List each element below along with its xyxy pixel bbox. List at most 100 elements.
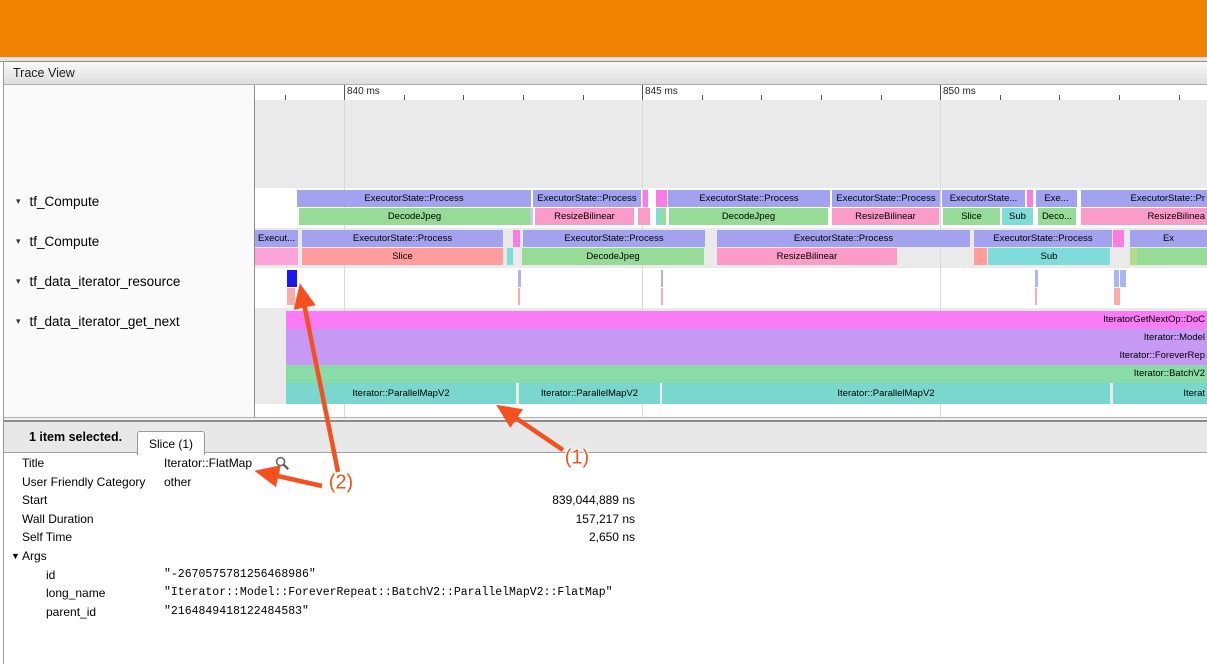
ruler-tick-label: 840 ms — [347, 86, 380, 97]
trace-slice[interactable]: Iterator::ParallelMapV2 — [286, 383, 516, 404]
trace-slice[interactable] — [255, 248, 298, 265]
trace-canvas[interactable]: 840 ms845 ms850 msExecutorState::Process… — [255, 85, 1207, 417]
trace-view-title: Trace View — [13, 66, 75, 80]
track-header-tf_data_iterator_resource[interactable]: ▾ tf_data_iterator_resource — [4, 272, 252, 290]
trace-slice[interactable]: DecodeJpeg — [522, 248, 704, 265]
trace-slice[interactable]: Deco... — [1038, 208, 1076, 225]
trace-slice[interactable]: Slice — [302, 248, 503, 265]
trace-slice[interactable] — [287, 288, 295, 305]
selection-status: 1 item selected. — [29, 430, 122, 444]
args-section-header[interactable]: ▼Args — [4, 547, 1207, 566]
trace-slice[interactable]: ResizeBilinea — [1081, 208, 1207, 225]
trace-slice[interactable]: Slice — [943, 208, 1000, 225]
trace-slice[interactable] — [1114, 270, 1119, 287]
details-row: Wall Duration 157,217 ns — [4, 510, 1207, 529]
trace-slice[interactable]: Iterator::ForeverRep — [286, 347, 1207, 365]
details-row: User Friendly Categoryother — [4, 473, 1207, 492]
trace-slice[interactable]: ExecutorState::Process — [533, 190, 641, 207]
trace-slice[interactable] — [661, 270, 663, 287]
trace-slice[interactable] — [1120, 270, 1126, 287]
trace-slice[interactable]: Ex — [1130, 230, 1207, 247]
trace-slice[interactable]: Execut... — [255, 230, 298, 247]
magnifier-icon[interactable] — [275, 456, 290, 474]
details-row: TitleIterator::FlatMap — [4, 454, 1207, 473]
detail-label: Self Time — [22, 530, 72, 544]
details-row: Start 839,044,889 ns — [4, 491, 1207, 510]
collapse-triangle-icon[interactable]: ▾ — [16, 276, 21, 287]
collapse-triangle-icon[interactable]: ▾ — [16, 196, 21, 207]
trace-slice[interactable] — [1113, 230, 1124, 247]
ruler-minor-tick — [583, 95, 584, 100]
tab-slice[interactable]: Slice (1) — [137, 431, 205, 455]
trace-slice[interactable] — [656, 190, 667, 207]
detail-label: Wall Duration — [22, 512, 94, 526]
trace-slice[interactable] — [530, 208, 533, 225]
arg-value: "2164849418122484583" — [164, 605, 309, 618]
trace-slice[interactable]: Iterator::Model — [286, 329, 1207, 347]
trace-slice[interactable] — [507, 248, 513, 265]
track-background-band — [255, 404, 1207, 417]
track-label-panel: ▾tf_Compute▾tf_Compute▾tf_data_iterator_… — [4, 85, 255, 417]
trace-slice[interactable] — [518, 270, 521, 287]
trace-slice[interactable]: ResizeBilinear — [535, 208, 634, 225]
trace-slice[interactable] — [513, 230, 520, 247]
track-header-tf_Compute[interactable]: ▾tf_Compute — [4, 232, 252, 250]
trace-slice[interactable]: Exe... — [1036, 190, 1077, 207]
args-label: Args — [22, 549, 47, 563]
trace-slice[interactable]: ResizeBilinear — [717, 248, 897, 265]
ruler-minor-tick — [1059, 95, 1060, 100]
trace-slice[interactable] — [518, 288, 520, 305]
track-header-tf_data_iterator_get_next[interactable]: ▾ tf_data_iterator_get_next — [4, 312, 252, 330]
track-label: tf_data_iterator_resource — [30, 274, 181, 289]
detail-value: Iterator::FlatMap — [164, 456, 252, 470]
trace-slice[interactable]: ExecutorState::Process — [302, 230, 503, 247]
trace-slice[interactable]: ExecutorState... — [942, 190, 1025, 207]
trace-slice[interactable] — [1130, 248, 1137, 265]
detail-value: 839,044,889 ns — [164, 493, 635, 507]
detail-label: User Friendly Category — [22, 475, 145, 489]
trace-slice[interactable]: ExecutorState::Process — [297, 190, 531, 207]
trace-slice[interactable]: Sub — [1002, 208, 1033, 225]
trace-slice[interactable]: DecodeJpeg — [299, 208, 530, 225]
collapse-triangle-icon[interactable]: ▾ — [16, 236, 21, 247]
trace-slice[interactable] — [661, 208, 666, 225]
trace-slice[interactable]: Iterat — [1113, 383, 1207, 404]
trace-slice[interactable] — [1114, 288, 1120, 305]
trace-slice[interactable]: Iterator::ParallelMapV2 — [519, 383, 660, 404]
detail-value: 157,217 ns — [164, 512, 635, 526]
trace-slice[interactable]: ExecutorState::Process — [717, 230, 970, 247]
trace-slice[interactable]: Iterator::ParallelMapV2 — [662, 383, 1110, 404]
trace-slice[interactable]: Sub — [988, 248, 1110, 265]
trace-slice[interactable] — [661, 288, 663, 305]
trace-slice[interactable]: DecodeJpeg — [669, 208, 828, 225]
arg-value: "-2670575781256468986" — [164, 568, 316, 581]
trace-slice[interactable]: ExecutorState::Process — [832, 190, 940, 207]
trace-slice[interactable]: IteratorGetNextOp::DoC — [286, 311, 1207, 329]
ruler-minor-tick — [404, 95, 405, 100]
trace-slice[interactable] — [1035, 288, 1037, 305]
ruler-major-tick — [940, 85, 941, 100]
track-label: tf_data_iterator_get_next — [30, 314, 180, 329]
trace-slice[interactable]: Iterator::BatchV2 — [286, 365, 1207, 383]
ruler-tick-label: 850 ms — [943, 86, 976, 97]
trace-slice[interactable] — [638, 208, 650, 225]
trace-slice[interactable] — [1137, 248, 1207, 265]
ruler-minor-tick — [821, 95, 822, 100]
trace-slice[interactable]: ExecutorState::Process — [523, 230, 705, 247]
trace-slice[interactable]: ExecutorState::Process — [668, 190, 830, 207]
detail-label: Start — [22, 493, 47, 507]
trace-slice[interactable] — [1035, 270, 1038, 287]
details-panel: TitleIterator::FlatMapUser Friendly Cate… — [4, 454, 1207, 664]
trace-slice[interactable] — [974, 248, 987, 265]
trace-slice[interactable]: ExecutorState::Process — [974, 230, 1112, 247]
track-header-tf_Compute[interactable]: ▾tf_Compute — [4, 192, 252, 210]
trace-slice[interactable]: ExecutorState::Pr — [1081, 190, 1207, 207]
args-collapse-icon[interactable]: ▼ — [11, 551, 20, 561]
trace-slice[interactable]: ResizeBilinear — [832, 208, 939, 225]
trace-slice[interactable] — [1027, 190, 1033, 207]
details-row: Self Time2,650 ns — [4, 528, 1207, 547]
trace-slice[interactable] — [287, 270, 297, 287]
collapse-triangle-icon[interactable]: ▾ — [16, 316, 21, 327]
ruler-minor-tick — [1179, 95, 1180, 100]
trace-slice[interactable] — [643, 190, 648, 207]
